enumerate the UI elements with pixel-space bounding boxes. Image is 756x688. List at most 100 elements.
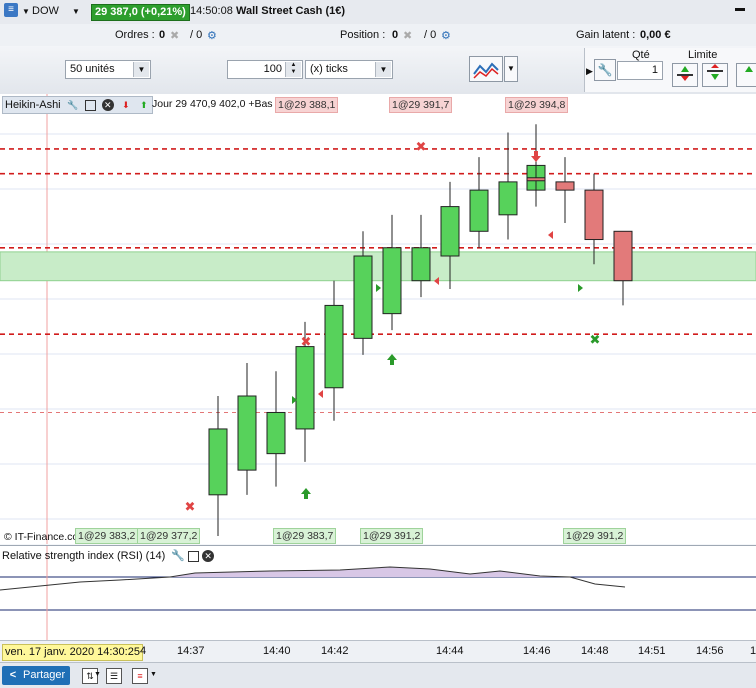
bottom-label-3: 1@29 383,7: [273, 528, 337, 544]
price-chart-canvas: ✖ ✖ ✖ ✖: [0, 94, 756, 544]
arrow-up-icon[interactable]: ⬆: [138, 99, 150, 111]
wrench-icon[interactable]: 🔧: [67, 99, 79, 111]
dropdown-icon[interactable]: ▼: [72, 7, 80, 16]
wrench-icon[interactable]: 🔧: [171, 550, 185, 562]
minimize-icon[interactable]: ▬: [735, 3, 745, 14]
spinner-icon[interactable]: ▲ ▼: [285, 62, 301, 77]
share-button[interactable]: < Partager: [2, 666, 70, 685]
window-icon[interactable]: [188, 550, 200, 562]
time-tick: 14:51: [638, 645, 666, 657]
candle: [353, 255, 373, 339]
qty-input-value: 1: [651, 64, 658, 76]
buy-arrow-icon: [387, 354, 397, 365]
ticks-input-value: 100: [263, 63, 282, 75]
market-name: Wall Street Cash (1€): [236, 5, 346, 17]
window-icon[interactable]: [84, 99, 96, 111]
time-tick: 4: [140, 645, 147, 657]
time-tick: 14:46: [523, 645, 551, 657]
time-axis[interactable]: ven. 17 janv. 2020 14:30:25 4 14:37 14:4…: [0, 640, 756, 663]
top-label-1: 1@29 388,1: [275, 97, 339, 113]
rsi-panel[interactable]: Relative strength index (RSI) (14) 🔧 ✕: [0, 545, 756, 641]
candle: [469, 189, 489, 232]
time-tick: 1: [750, 645, 756, 657]
qty-header: Qté: [632, 49, 650, 61]
orders-total: / 0: [190, 29, 203, 41]
dropdown-icon[interactable]: ▼: [150, 671, 157, 678]
price-badge: 29 387,0 (+0,21%): [91, 4, 190, 21]
position-settings-icon[interactable]: ⚙: [441, 29, 451, 42]
bottom-label-4: 1@29 391,2: [360, 528, 424, 544]
trading-panel-icon[interactable]: ≡: [132, 668, 148, 684]
time-tick: 14:56: [696, 645, 724, 657]
share-icon: <: [9, 669, 17, 681]
right-triangle-icon: [376, 284, 381, 292]
menu-icon[interactable]: ≡: [4, 3, 18, 17]
settings-wrench-button[interactable]: 🔧: [594, 59, 616, 81]
sell-arrow-icon: [531, 151, 541, 162]
buy-arrow-icon: [301, 488, 311, 499]
cross-marker-icon: ✖: [590, 333, 601, 348]
trading-toolbar: 50 unités ▼ 100 ▲ ▼ (x) ticks ▼ ▼ ▶ 🔧 Qté…: [0, 46, 756, 95]
candle: [324, 304, 344, 389]
close-icon[interactable]: ✕: [202, 550, 215, 563]
chart-header-toolbar: Heikin-Ashi 🔧 ✕ ⬇ ⬆: [2, 96, 153, 114]
limit-sell-button[interactable]: [702, 63, 728, 87]
limit-extra-button[interactable]: [736, 63, 756, 87]
cross-marker-icon: ✖: [416, 140, 427, 155]
candle: [613, 230, 633, 282]
ticks-input[interactable]: 100 ▲ ▼: [227, 60, 303, 79]
units-select-value: 50 unités: [70, 63, 115, 75]
candle: [208, 428, 228, 496]
time-tick: 14:48: [581, 645, 609, 657]
candle: [411, 247, 431, 282]
units-select[interactable]: 50 unités ▼: [65, 60, 151, 79]
left-triangle-icon: [318, 390, 323, 398]
gain-value: 0,00 €: [640, 29, 671, 41]
limit-buy-icon: [677, 66, 693, 81]
orders-settings-icon[interactable]: ⚙: [207, 29, 217, 42]
ticks-unit-select[interactable]: (x) ticks ▼: [305, 60, 393, 79]
gain-label: Gain latent :: [576, 29, 636, 41]
position-total: / 0: [424, 29, 437, 41]
instrument-dropdown-icon[interactable]: ▼: [22, 7, 30, 16]
candle: [382, 247, 402, 315]
candle: [440, 206, 460, 257]
candle: [526, 177, 546, 182]
rsi-title: Relative strength index (RSI) (14): [2, 550, 166, 562]
expand-arrow-icon[interactable]: ▶: [586, 66, 593, 77]
dropdown-icon[interactable]: ▼: [94, 671, 101, 678]
cross-marker-icon: ✖: [301, 335, 312, 350]
time-tick: 14:44: [436, 645, 464, 657]
time-tick: 14:42: [321, 645, 349, 657]
time-tick: 14:40: [263, 645, 291, 657]
current-time-badge: ven. 17 janv. 2020 14:30:25: [2, 644, 143, 661]
close-icon[interactable]: ✕: [101, 99, 114, 112]
orders-value: 0: [159, 29, 166, 41]
ticks-unit-value: (x) ticks: [310, 63, 348, 75]
clock-time: 14:50:08: [190, 5, 233, 17]
chart-style-dropdown[interactable]: ▼: [504, 56, 518, 82]
support-zone: [0, 251, 756, 282]
chart-style-icon: [473, 62, 499, 79]
time-tick: 14:37: [177, 645, 205, 657]
qty-input[interactable]: 1: [617, 61, 663, 80]
chart-type-label[interactable]: Heikin-Ashi: [5, 99, 61, 111]
chevron-down-icon: ▼: [375, 62, 391, 77]
close-position-icon[interactable]: ✖: [403, 29, 412, 42]
right-triangle-icon: [578, 284, 583, 292]
bottom-label-2: 1@29 377,2: [137, 528, 201, 544]
chart-style-button[interactable]: [469, 56, 503, 82]
candle: [555, 181, 575, 191]
left-triangle-icon: [548, 231, 553, 239]
list-icon[interactable]: ☰: [106, 668, 122, 684]
limit-extra-icon: [745, 66, 753, 72]
instrument-name[interactable]: DOW: [32, 5, 59, 17]
candle: [498, 181, 518, 216]
limit-sell-icon: [707, 64, 723, 80]
arrow-down-icon[interactable]: ⬇: [120, 99, 132, 111]
price-chart[interactable]: ✖ ✖ ✖ ✖ Heikin-Ashi 🔧 ✕ ⬇ ⬆ Jour 29 470,9 4…: [0, 94, 756, 544]
cancel-orders-icon[interactable]: ✖: [170, 29, 179, 42]
top-label-3: 1@29 394,8: [505, 97, 569, 113]
cross-marker-icon: ✖: [185, 500, 196, 515]
limit-buy-button[interactable]: [672, 63, 698, 87]
